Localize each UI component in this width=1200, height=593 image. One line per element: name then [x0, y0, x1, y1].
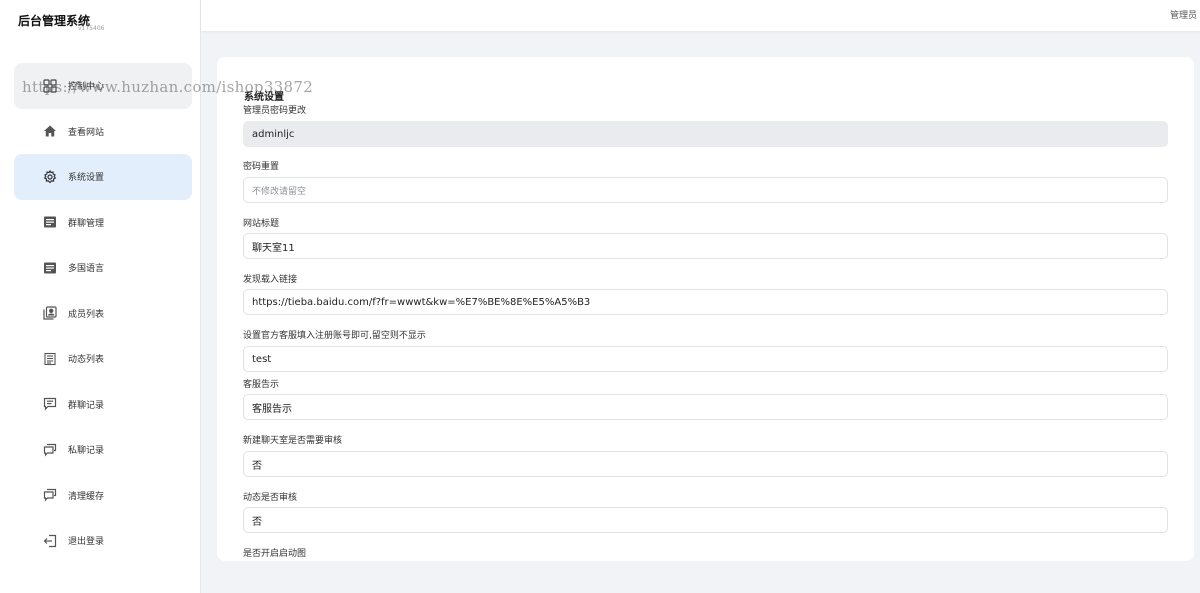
sidebar-item-label: 动态列表: [68, 355, 105, 366]
sidebar-item-label: 群聊管理: [68, 218, 105, 229]
password-reset-label: 密码重置: [243, 162, 280, 172]
site-title-label: 网站标题: [243, 219, 280, 229]
sidebar-item-group-chat-logs[interactable]: 群聊记录: [14, 382, 192, 428]
sidebar-item-clear-cache[interactable]: 清理缓存: [14, 473, 192, 519]
discover-link-input[interactable]: https://tieba.baidu.com/f?fr=wwwt&kw=%E7…: [243, 289, 1168, 315]
sidebar-item-view-site[interactable]: 查看网站: [14, 109, 192, 155]
sidebar-item-settings[interactable]: 系统设置: [14, 154, 192, 200]
splash-label: 是否开启启动图: [243, 549, 307, 559]
sidebar-item-label: 退出登录: [68, 537, 105, 548]
post-review-label: 动态是否审核: [243, 493, 298, 503]
home-icon: [43, 124, 57, 138]
sidebar-item-members[interactable]: 成员列表: [14, 291, 192, 337]
sidebar-item-label: 群聊记录: [68, 400, 105, 411]
room-review-select[interactable]: 否: [243, 451, 1168, 477]
settings-card: 系统设置 管理员密码更改 adminljc 密码重置 不修改请留空 网站标题 聊…: [217, 57, 1194, 561]
password-reset-input[interactable]: 不修改请留空: [243, 177, 1168, 203]
discover-link-label: 发现载入链接: [243, 275, 298, 285]
user-menu[interactable]: 管理员: [1170, 8, 1197, 21]
sidebar-item-logout[interactable]: 退出登录: [14, 518, 192, 564]
sidebar-item-label: 多国语言: [68, 264, 105, 275]
site-title-input[interactable]: 聊天室11: [243, 233, 1168, 259]
logout-icon: [43, 534, 57, 548]
sidebar-item-label: 控制中心: [68, 82, 105, 93]
page-title: 系统设置: [244, 92, 284, 103]
sidebar-item-label: 清理缓存: [68, 491, 105, 502]
page-background: [201, 561, 1200, 593]
document-icon: [43, 352, 57, 366]
sidebar: 后台管理系统 v175406 控制中心 查看网站 系统设置 群聊管理 多国语言 …: [0, 0, 201, 593]
support-account-input[interactable]: test: [243, 346, 1168, 372]
topbar: 管理员: [201, 0, 1200, 31]
sidebar-nav: 控制中心 查看网站 系统设置 群聊管理 多国语言 成员列表 动态列表 群聊记录 …: [14, 63, 192, 564]
sidebar-item-private-chat-logs[interactable]: 私聊记录: [14, 427, 192, 473]
sidebar-item-label: 系统设置: [68, 173, 105, 184]
gear-icon: [43, 169, 57, 184]
admin-username-field: adminljc: [243, 121, 1168, 147]
sidebar-item-languages[interactable]: 多国语言: [14, 245, 192, 291]
brand-version: v175406: [78, 25, 105, 32]
brand: 后台管理系统 v175406: [18, 12, 104, 32]
sidebar-item-posts[interactable]: 动态列表: [14, 336, 192, 382]
sidebar-item-label: 成员列表: [68, 309, 105, 320]
list-icon: [43, 261, 57, 275]
support-account-label: 设置官方客服填入注册账号即可,留空则不显示: [243, 331, 426, 341]
sidebar-item-label: 查看网站: [68, 127, 105, 138]
admin-password-label: 管理员密码更改: [243, 106, 307, 116]
list-icon: [43, 215, 57, 229]
support-notice-input[interactable]: 客服告示: [243, 394, 1168, 420]
sidebar-item-label: 私聊记录: [68, 446, 105, 457]
message-icon: [43, 397, 57, 411]
grid-icon: [43, 79, 57, 93]
chat-icon: [43, 443, 57, 457]
support-notice-label: 客服告示: [243, 380, 280, 390]
sidebar-item-dashboard[interactable]: 控制中心: [14, 63, 192, 109]
post-review-select[interactable]: 否: [243, 507, 1168, 533]
contacts-icon: [43, 306, 57, 320]
sidebar-item-group-management[interactable]: 群聊管理: [14, 200, 192, 246]
chat-icon: [43, 488, 57, 502]
room-review-label: 新建聊天室是否需要审核: [243, 436, 343, 446]
